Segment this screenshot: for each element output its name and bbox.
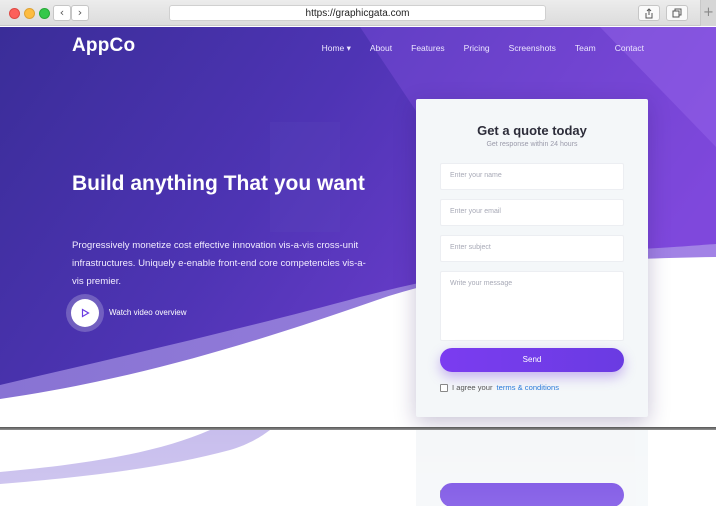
message-textarea[interactable]: Write your message xyxy=(440,271,624,341)
appco-logo[interactable]: AppCo xyxy=(72,35,135,57)
nav-item-home[interactable]: Home ▾ xyxy=(322,43,351,54)
name-input[interactable]: Enter your name xyxy=(440,163,624,190)
send-button[interactable]: Send xyxy=(440,348,624,372)
nav-item-contact[interactable]: Contact xyxy=(615,43,644,54)
address-bar[interactable]: https://graphicgata.com xyxy=(169,5,546,21)
maximize-window-button[interactable] xyxy=(39,8,50,19)
forward-button[interactable]: › xyxy=(71,5,89,21)
webpage: AppCo Home ▾ About Features Pricing Scre… xyxy=(0,27,716,427)
agree-text: I agree your xyxy=(452,383,493,392)
nav-item-pricing[interactable]: Pricing xyxy=(464,43,490,54)
nav-menu: Home ▾ About Features Pricing Screenshot… xyxy=(322,43,644,54)
close-window-button[interactable] xyxy=(9,8,20,19)
back-button[interactable]: ‹ xyxy=(53,5,71,21)
quote-form-card: Get a quote today Get response within 24… xyxy=(416,99,648,417)
quote-form-subtitle: Get response within 24 hours xyxy=(486,141,578,148)
terms-checkbox[interactable] xyxy=(440,383,448,392)
new-tab-button[interactable]: + xyxy=(700,0,716,26)
email-input[interactable]: Enter your email xyxy=(440,199,624,226)
chevron-right-icon: › xyxy=(77,6,83,19)
share-icon xyxy=(645,8,653,19)
hero-title-rest: That you want xyxy=(217,172,365,195)
chevron-left-icon: ‹ xyxy=(59,6,65,19)
tabs-overview-button[interactable] xyxy=(666,5,688,21)
watch-video-link[interactable]: Watch video overview xyxy=(109,308,187,317)
terms-agreement: I agree your terms & conditions xyxy=(440,383,559,392)
play-icon xyxy=(81,308,90,318)
subject-input[interactable]: Enter subject xyxy=(440,235,624,262)
share-button[interactable] xyxy=(638,5,660,21)
nav-item-about[interactable]: About xyxy=(370,43,392,54)
nav-item-screenshots[interactable]: Screenshots xyxy=(509,43,556,54)
screenshot-reflection: I agree your terms & conditions xyxy=(0,430,716,506)
hero-title: Build anything That you want xyxy=(72,168,372,199)
play-video-button[interactable] xyxy=(71,299,99,327)
browser-toolbar: ‹ › https://graphicgata.com + xyxy=(0,0,716,26)
hero-title-bold: Build anything xyxy=(72,172,218,195)
reflection-fade xyxy=(0,430,716,506)
nav-item-team[interactable]: Team xyxy=(575,43,596,54)
terms-link[interactable]: terms & conditions xyxy=(497,383,559,392)
minimize-window-button[interactable] xyxy=(24,8,35,19)
nav-item-features[interactable]: Features xyxy=(411,43,445,54)
screenshot-root: ‹ › https://graphicgata.com + AppCo Home… xyxy=(0,0,716,506)
quote-form-title: Get a quote today xyxy=(477,123,587,138)
main-navigation: AppCo Home ▾ About Features Pricing Scre… xyxy=(0,33,716,63)
hero-description: Progressively monetize cost effective in… xyxy=(72,240,366,287)
tabs-icon xyxy=(672,8,682,18)
